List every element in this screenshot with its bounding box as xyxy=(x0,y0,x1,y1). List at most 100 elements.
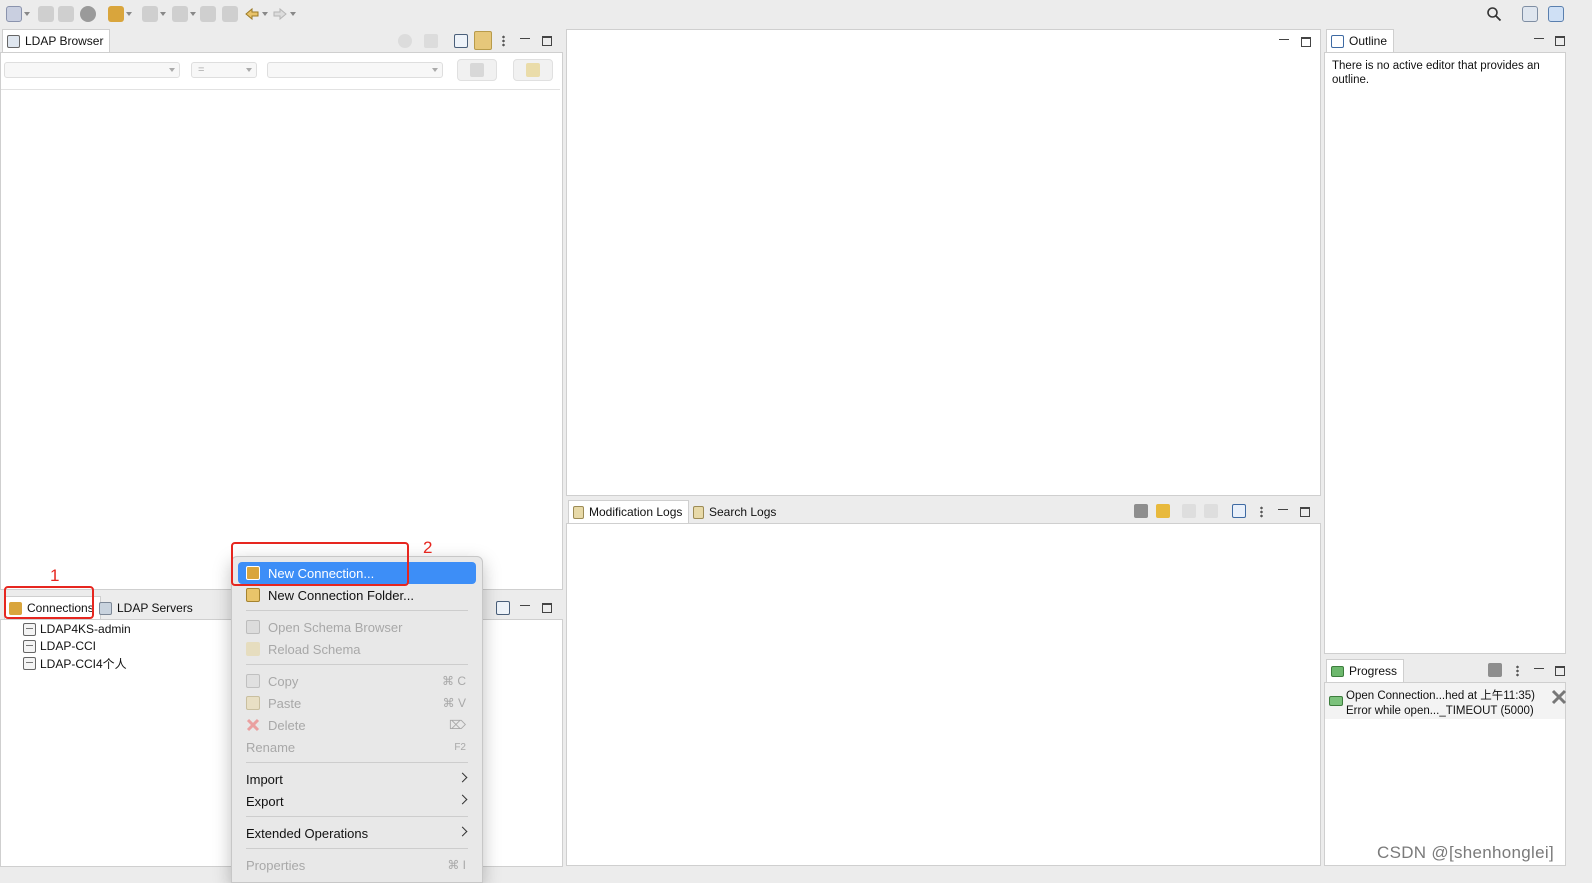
clear-logs-icon[interactable] xyxy=(1134,504,1148,518)
minimize-icon[interactable] xyxy=(520,35,530,45)
open-perspective-icon[interactable] xyxy=(1522,6,1538,22)
menu-item-label: Open Schema Browser xyxy=(268,619,403,635)
tab-ldap-servers[interactable]: LDAP Servers xyxy=(94,596,200,619)
chevron-right-icon xyxy=(457,772,468,783)
maximize-icon[interactable] xyxy=(1555,666,1565,676)
print-icon xyxy=(58,6,74,22)
ldap-servers-icon xyxy=(99,601,112,615)
tab-label: Outline xyxy=(1349,34,1388,48)
ldap-browser-icon xyxy=(7,34,20,48)
new-wizard-icon[interactable] xyxy=(6,6,22,22)
link-selection-icon[interactable] xyxy=(474,31,492,50)
ldap-browser-tabbar: LDAP Browser xyxy=(0,29,562,53)
tab-search-logs[interactable]: Search Logs xyxy=(688,500,783,523)
menu-item-reload-schema[interactable]: Reload Schema xyxy=(238,638,476,660)
menu-item-delete[interactable]: Delete ⌦ xyxy=(238,714,476,736)
menu-item-import[interactable]: Import xyxy=(238,768,476,790)
logs-panel xyxy=(566,523,1321,866)
save-icon xyxy=(38,6,54,22)
tab-progress[interactable]: Progress xyxy=(1326,659,1405,682)
menu-item-label: Properties xyxy=(246,857,306,873)
progress-icon xyxy=(1331,665,1344,677)
connection-item[interactable]: LDAP-CCI xyxy=(23,638,96,654)
connection-label: LDAP-CCI xyxy=(40,639,97,653)
export-logs-icon[interactable] xyxy=(1232,504,1246,518)
menu-item-label: Rename xyxy=(246,739,296,755)
minimize-icon[interactable] xyxy=(1534,665,1544,675)
menu-item-rename[interactable]: Rename F2 xyxy=(238,736,476,758)
menu-separator xyxy=(246,664,468,665)
minimize-icon[interactable] xyxy=(1278,506,1288,516)
watermark: CSDN @[shenhonglei] xyxy=(1377,843,1554,862)
maximize-icon[interactable] xyxy=(1301,37,1311,47)
menu-item-label: Copy xyxy=(268,673,299,689)
menu-item-label: New Connection Folder... xyxy=(268,587,414,603)
menu-item-copy[interactable]: Copy ⌘ C xyxy=(238,670,476,692)
prev-annotation-icon xyxy=(172,6,188,22)
menu-item-label: Reload Schema xyxy=(268,641,361,657)
remove-all-finished-icon[interactable] xyxy=(1488,663,1502,677)
gear-icon[interactable] xyxy=(80,6,96,22)
minimize-icon[interactable] xyxy=(1534,35,1544,45)
search-icon[interactable] xyxy=(1486,6,1502,22)
view-menu-icon[interactable] xyxy=(1260,506,1263,518)
unlink-icon xyxy=(424,34,438,48)
quick-search-attribute-combo[interactable] xyxy=(4,62,180,78)
menu-item-open-schema-browser[interactable]: Open Schema Browser xyxy=(238,616,476,638)
maximize-icon[interactable] xyxy=(1300,507,1310,517)
log-icon xyxy=(573,505,584,519)
quick-search-value-combo[interactable] xyxy=(267,62,443,78)
folder-open-icon xyxy=(246,588,260,602)
view-menu-icon[interactable] xyxy=(1516,665,1519,677)
divider xyxy=(1,89,560,90)
ldap-action-dropdown-icon[interactable] xyxy=(126,12,132,16)
tab-label: LDAP Browser xyxy=(25,34,104,48)
maximize-icon[interactable] xyxy=(542,36,552,46)
menu-item-label: Export xyxy=(246,793,284,809)
view-menu-icon[interactable] xyxy=(502,35,505,47)
menu-item-paste[interactable]: Paste ⌘ V xyxy=(238,692,476,714)
ldap-perspective-icon[interactable] xyxy=(1548,6,1564,22)
collapse-all-icon[interactable] xyxy=(454,34,468,48)
refresh-logs-icon[interactable] xyxy=(1156,504,1170,518)
close-icon[interactable] xyxy=(1550,688,1568,706)
menu-item-extended-operations[interactable]: Extended Operations xyxy=(238,822,476,844)
tab-modification-logs[interactable]: Modification Logs xyxy=(568,500,690,523)
maximize-icon[interactable] xyxy=(542,603,552,613)
back-dropdown-icon[interactable] xyxy=(262,12,268,16)
connection-icon xyxy=(23,622,36,636)
paste-icon xyxy=(246,696,260,710)
quick-search-tree-button[interactable] xyxy=(457,59,497,81)
connection-item[interactable]: LDAP4KS-admin xyxy=(23,621,131,637)
collapse-all-icon[interactable] xyxy=(496,601,510,615)
tab-outline[interactable]: Outline xyxy=(1326,29,1395,52)
menu-shortcut: F2 xyxy=(454,741,466,753)
progress-job-icon xyxy=(1329,696,1343,706)
minimize-icon[interactable] xyxy=(520,602,530,612)
tab-ldap-browser[interactable]: LDAP Browser xyxy=(2,29,111,52)
context-menu: New Connection... New Connection Folder.… xyxy=(231,556,483,883)
tab-label: Modification Logs xyxy=(589,505,683,519)
menu-item-new-connection-folder[interactable]: New Connection Folder... xyxy=(238,584,476,606)
ldap-action-icon[interactable] xyxy=(108,6,124,22)
back-arrow-icon[interactable] xyxy=(244,6,260,22)
tab-label: Progress xyxy=(1349,664,1398,678)
menu-item-export[interactable]: Export xyxy=(238,790,476,812)
new-dropdown-arrow-icon[interactable] xyxy=(24,12,30,16)
connection-label: LDAP4KS-admin xyxy=(40,622,131,636)
minimize-icon[interactable] xyxy=(1279,36,1289,46)
connection-icon xyxy=(23,656,36,670)
menu-item-properties[interactable]: Properties ⌘ I xyxy=(238,854,476,876)
maximize-icon[interactable] xyxy=(1555,36,1565,46)
search-run-icon xyxy=(526,63,540,77)
quick-search-run-button[interactable] xyxy=(513,59,553,81)
chevron-right-icon xyxy=(457,826,468,837)
outline-message: There is no active editor that provides … xyxy=(1332,60,1540,86)
quick-search-operator-combo[interactable]: = xyxy=(191,62,257,78)
menu-separator xyxy=(246,816,468,817)
connection-item[interactable]: LDAP-CCI4个人 xyxy=(23,655,127,671)
schema-icon xyxy=(246,620,260,634)
progress-entry: Open Connection...hed at 上午11:35) Error … xyxy=(1325,683,1565,719)
tab-label: Search Logs xyxy=(709,505,777,519)
chevron-down-icon xyxy=(432,68,438,72)
